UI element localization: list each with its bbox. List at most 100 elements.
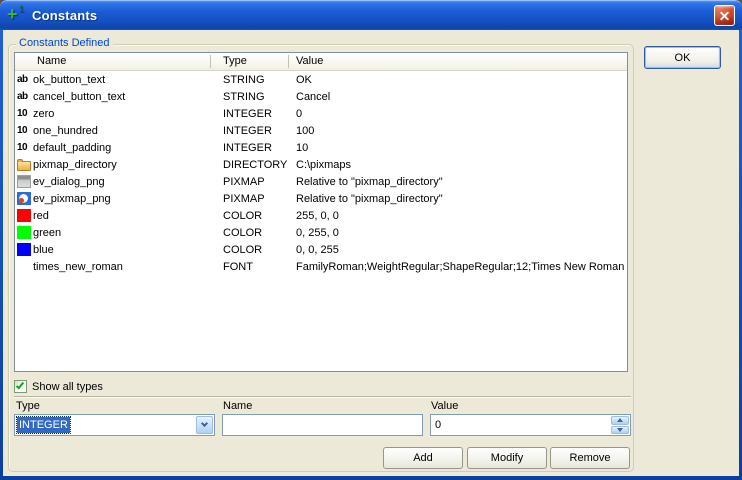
column-header-name[interactable]: Name <box>15 53 211 70</box>
spin-down-icon <box>617 428 623 432</box>
table-row[interactable]: 10one_hundredINTEGER100 <box>15 122 627 139</box>
constant-name: cancel_button_text <box>33 91 211 103</box>
table-row[interactable]: redCOLOR255, 0, 0 <box>15 207 627 224</box>
color-swatch-icon <box>17 209 31 222</box>
dialog-body: Constants Defined OK Name Type Value abo… <box>3 30 739 476</box>
groupbox-title: Constants Defined <box>16 37 113 49</box>
spin-up-button[interactable] <box>611 416 629 425</box>
constant-name: red <box>33 210 211 222</box>
color-swatch-icon <box>17 226 31 239</box>
constant-type: INTEGER <box>211 142 289 154</box>
integer-type-icon: 10 <box>17 124 31 137</box>
sphere-thumbnail-icon <box>17 192 31 205</box>
show-all-types-checkbox[interactable] <box>14 380 27 393</box>
constant-value: Relative to "pixmap_directory" <box>289 176 627 188</box>
constant-value: 10 <box>289 142 627 154</box>
constant-name: ev_dialog_png <box>33 176 211 188</box>
name-label: Name <box>223 400 252 412</box>
plus-superscript: 1 <box>19 4 24 14</box>
string-type-icon: ab <box>17 90 31 103</box>
show-all-types-row: Show all types <box>14 380 103 393</box>
show-all-types-label[interactable]: Show all types <box>32 381 103 393</box>
table-row[interactable]: pixmap_directoryDIRECTORYC:\pixmaps <box>15 156 627 173</box>
value-spinbox <box>430 414 631 436</box>
type-combobox-selected-value: INTEGER <box>17 417 70 433</box>
integer-type-icon: 10 <box>17 141 31 154</box>
table-header: Name Type Value <box>15 53 627 71</box>
constant-value: Cancel <box>289 91 627 103</box>
spin-buttons <box>611 416 629 434</box>
constant-name: ev_pixmap_png <box>33 193 211 205</box>
table-row[interactable]: abcancel_button_textSTRINGCancel <box>15 88 627 105</box>
column-header-type[interactable]: Type <box>211 53 289 70</box>
header-separator <box>288 55 289 68</box>
integer-type-icon: 10 <box>17 107 31 120</box>
chevron-down-icon <box>201 420 208 427</box>
folder-icon <box>17 161 31 171</box>
column-header-value[interactable]: Value <box>289 53 627 70</box>
constant-value: Relative to "pixmap_directory" <box>289 193 627 205</box>
constants-table: Name Type Value abok_button_textSTRINGOK… <box>14 52 628 372</box>
header-separator <box>210 55 211 68</box>
constant-name: green <box>33 227 211 239</box>
spin-up-icon <box>617 418 623 422</box>
constant-value: C:\pixmaps <box>289 159 627 171</box>
constant-type: INTEGER <box>211 125 289 137</box>
constant-value: 0, 255, 0 <box>289 227 627 239</box>
constant-type: STRING <box>211 74 289 86</box>
constants-table-body: abok_button_textSTRINGOKabcancel_button_… <box>15 71 627 275</box>
constant-name: ok_button_text <box>33 74 211 86</box>
modify-button[interactable]: Modify <box>467 447 547 469</box>
remove-button[interactable]: Remove <box>550 447 630 469</box>
constant-name: one_hundred <box>33 125 211 137</box>
constant-name: times_new_roman <box>33 261 211 273</box>
table-row[interactable]: ev_dialog_pngPIXMAPRelative to "pixmap_d… <box>15 173 627 190</box>
constant-type: DIRECTORY <box>211 159 289 171</box>
close-button[interactable] <box>714 5 735 26</box>
constant-type: COLOR <box>211 227 289 239</box>
constant-type: INTEGER <box>211 108 289 120</box>
table-row[interactable]: greenCOLOR0, 255, 0 <box>15 224 627 241</box>
table-row[interactable]: 10zeroINTEGER0 <box>15 105 627 122</box>
table-row[interactable]: ev_pixmap_pngPIXMAPRelative to "pixmap_d… <box>15 190 627 207</box>
name-input[interactable] <box>222 414 423 436</box>
table-row[interactable]: abok_button_textSTRINGOK <box>15 71 627 88</box>
constant-name: blue <box>33 244 211 256</box>
constant-value: 100 <box>289 125 627 137</box>
table-row[interactable]: times_new_romanFONTFamilyRoman;WeightReg… <box>15 258 627 275</box>
constant-type: STRING <box>211 91 289 103</box>
color-swatch-icon <box>17 243 31 256</box>
type-label: Type <box>16 400 40 412</box>
constant-name: zero <box>33 108 211 120</box>
constant-value: 255, 0, 0 <box>289 210 627 222</box>
string-type-icon: ab <box>17 73 31 86</box>
constant-type: COLOR <box>211 244 289 256</box>
plus-one-icon: + 1 <box>7 5 28 25</box>
table-row[interactable]: blueCOLOR0, 0, 255 <box>15 241 627 258</box>
add-button[interactable]: Add <box>383 447 463 469</box>
combobox-dropdown-button[interactable] <box>196 416 213 434</box>
constant-value: 0, 0, 255 <box>289 244 627 256</box>
ok-button[interactable]: OK <box>644 46 721 69</box>
close-icon <box>715 6 734 25</box>
constant-name: pixmap_directory <box>33 159 211 171</box>
constant-type: PIXMAP <box>211 176 289 188</box>
constant-type: FONT <box>211 261 289 273</box>
constant-type: COLOR <box>211 210 289 222</box>
spin-down-button[interactable] <box>611 426 629 435</box>
image-thumbnail-icon <box>17 175 31 188</box>
value-input[interactable] <box>431 415 609 435</box>
constant-value: FamilyRoman;WeightRegular;ShapeRegular;1… <box>289 261 627 273</box>
constant-value: 0 <box>289 108 627 120</box>
constant-value: OK <box>289 74 627 86</box>
constant-type: PIXMAP <box>211 193 289 205</box>
checkmark-icon <box>16 381 24 390</box>
table-row[interactable]: 10default_paddingINTEGER10 <box>15 139 627 156</box>
value-label: Value <box>431 400 458 412</box>
type-combobox[interactable]: INTEGER <box>14 414 215 436</box>
constants-dialog: + 1 Constants Constants Defined OK Name … <box>0 0 742 480</box>
horizontal-separator <box>14 396 631 398</box>
plus-glyph: + <box>7 6 18 22</box>
constant-name: default_padding <box>33 142 211 154</box>
window-title: Constants <box>32 8 97 23</box>
